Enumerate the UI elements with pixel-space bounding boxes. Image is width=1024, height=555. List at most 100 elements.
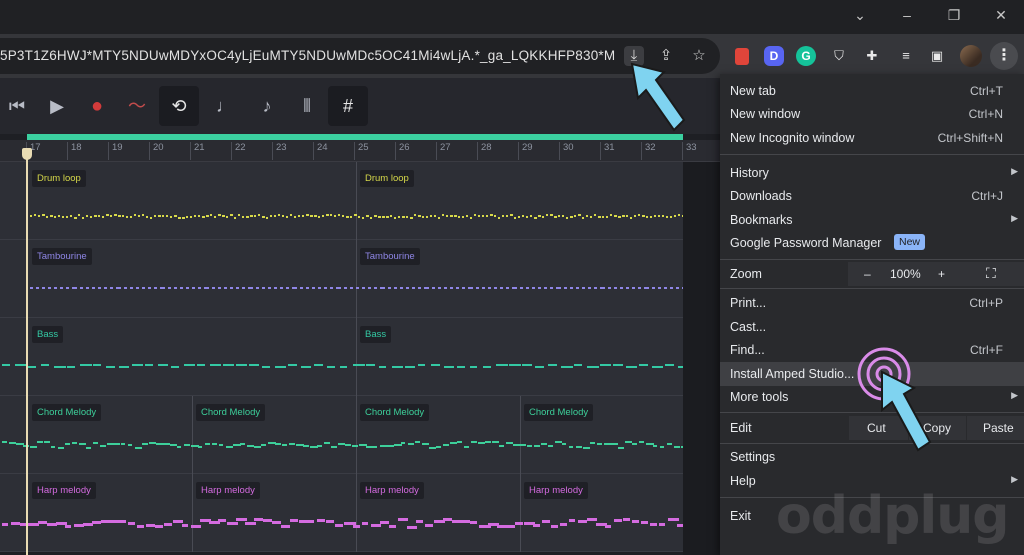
chevron-right-icon: ▶ xyxy=(1011,166,1018,176)
menu-item-history[interactable]: History ▶ xyxy=(720,161,1024,185)
annotation-arrow-icon xyxy=(630,62,686,132)
track-lane-bass[interactable]: Bass Bass xyxy=(0,318,683,396)
clip-notes xyxy=(2,441,683,449)
menu-label: Google Password Manager xyxy=(730,236,882,250)
browser-toolbar: 5P3T1Z6HWJ*MTY5NDUwMDYxOC4yLjEuMTY5NDUwM… xyxy=(0,34,1024,78)
playhead[interactable] xyxy=(26,150,28,555)
ruler-tick: 20 xyxy=(149,142,164,160)
automation-icon[interactable]: 〜 xyxy=(122,91,152,121)
clip-label[interactable]: Harp melody xyxy=(32,482,96,499)
skip-back-icon[interactable]: ⏮ xyxy=(2,91,32,121)
clip-label[interactable]: Tambourine xyxy=(32,248,92,265)
paste-button[interactable]: Paste xyxy=(966,416,1024,440)
side-panel-icon[interactable]: ▣ xyxy=(927,46,947,66)
ruler-tick: 21 xyxy=(190,142,205,160)
clip-divider xyxy=(356,396,357,474)
extension-red-icon[interactable] xyxy=(735,48,749,65)
url-text[interactable]: 5P3T1Z6HWJ*MTY5NDUwMDYxOC4yLjEuMTY5NDUwM… xyxy=(0,48,615,63)
clip-divider xyxy=(356,162,357,240)
track-lane-drum-loop[interactable]: Drum loop Drum loop xyxy=(0,162,683,240)
clip-label[interactable]: Drum loop xyxy=(360,170,414,187)
bookmark-star-icon[interactable]: ☆ xyxy=(689,46,709,66)
paste-label: Paste xyxy=(983,421,1014,435)
menu-item-downloads[interactable]: Downloads Ctrl+J xyxy=(720,184,1024,208)
omnibox[interactable]: 5P3T1Z6HWJ*MTY5NDUwMDYxOC4yLjEuMTY5NDUwM… xyxy=(0,38,720,74)
menu-separator xyxy=(720,259,1024,260)
menu-label: More tools xyxy=(730,390,789,404)
close-icon[interactable]: ✕ xyxy=(981,4,1021,26)
track-lane-harp-melody[interactable]: Harp melody Harp melody Harp melody Harp… xyxy=(0,474,683,552)
ruler-tick: 18 xyxy=(67,142,82,160)
menu-item-new-tab[interactable]: New tab Ctrl+T xyxy=(720,79,1024,103)
minimize-icon[interactable]: – xyxy=(887,4,927,26)
clip-label[interactable]: Drum loop xyxy=(32,170,86,187)
media-queue-icon[interactable]: ≡ xyxy=(896,46,916,66)
transport-bar: ⏮ ▶ ● 〜 ⟲ ♩ ♪ ⫴ # xyxy=(0,78,720,134)
clip-label[interactable]: Bass xyxy=(360,326,392,343)
menu-label: New window xyxy=(730,107,801,121)
menu-item-bookmarks[interactable]: Bookmarks ▶ xyxy=(720,208,1024,232)
snap-grid-icon[interactable]: # xyxy=(328,86,368,126)
metronome-icon[interactable]: ♩ xyxy=(210,91,240,121)
record-icon[interactable]: ● xyxy=(82,91,112,121)
clip-notes xyxy=(30,287,683,289)
chrome-menu-button[interactable]: ⋮ xyxy=(990,42,1018,70)
clip-label[interactable]: Harp melody xyxy=(524,482,588,499)
puzzle-extensions-icon[interactable]: ✚ xyxy=(862,46,882,66)
clip-label[interactable]: Bass xyxy=(32,326,64,343)
clip-divider xyxy=(356,240,357,318)
menu-shortcut: Ctrl+T xyxy=(970,84,1003,98)
menu-shortcut: Ctrl+Shift+N xyxy=(937,131,1003,145)
menu-label: Find... xyxy=(730,343,765,357)
clip-divider xyxy=(356,318,357,396)
mixer-icon[interactable]: ⫴ xyxy=(292,91,322,121)
chevron-right-icon: ▶ xyxy=(1011,390,1018,400)
zoom-out-button[interactable]: – xyxy=(864,267,871,281)
shield-icon[interactable]: ⛉ xyxy=(829,46,849,66)
loop-icon[interactable]: ⟲ xyxy=(159,86,199,126)
menu-item-cast[interactable]: Cast... xyxy=(720,315,1024,339)
menu-label: History xyxy=(730,166,769,180)
menu-shortcut: Ctrl+N xyxy=(968,107,1003,121)
menu-label: New tab xyxy=(730,84,776,98)
chrome-main-menu: New tab Ctrl+T New window Ctrl+N New Incog… xyxy=(720,74,1024,555)
play-icon[interactable]: ▶ xyxy=(42,91,72,121)
zoom-in-button[interactable]: + xyxy=(938,267,945,281)
track-lane-chord-melody[interactable]: Chord Melody Chord Melody Chord Melody C… xyxy=(0,396,683,474)
restore-icon[interactable]: ❐ xyxy=(934,4,974,26)
clip-label[interactable]: Chord Melody xyxy=(360,404,430,421)
grammarly-icon[interactable]: G xyxy=(796,46,816,66)
track-lane-tambourine[interactable]: Tambourine Tambourine xyxy=(0,240,683,318)
daw-empty-area xyxy=(683,162,720,555)
playhead-handle[interactable] xyxy=(22,148,32,160)
clip-notes xyxy=(2,364,683,368)
menu-item-print[interactable]: Print... Ctrl+P xyxy=(720,291,1024,315)
menu-item-password-manager[interactable]: Google Password Manager New xyxy=(720,231,1024,255)
tuner-icon[interactable]: ♪ xyxy=(252,91,282,121)
menu-item-new-incognito[interactable]: New Incognito window Ctrl+Shift+N xyxy=(720,126,1024,150)
menu-label: Exit xyxy=(730,509,751,523)
clip-label[interactable]: Tambourine xyxy=(360,248,420,265)
track-lanes: Drum loop Drum loop Tambourine Tambourin… xyxy=(0,162,683,555)
menu-item-new-window[interactable]: New window Ctrl+N xyxy=(720,102,1024,126)
ruler-tick: 28 xyxy=(477,142,492,160)
clip-label[interactable]: Harp melody xyxy=(196,482,260,499)
tab-search-icon[interactable]: ⌄ xyxy=(840,4,880,26)
extension-d-icon[interactable]: D xyxy=(764,46,784,66)
zoom-level: 100% xyxy=(890,267,921,281)
menu-separator xyxy=(720,288,1024,289)
ruler-tick: 32 xyxy=(641,142,656,160)
menu-label: Cast... xyxy=(730,320,767,334)
fullscreen-icon[interactable]: ⛶ xyxy=(986,265,996,282)
clip-label[interactable]: Chord Melody xyxy=(32,404,102,421)
ruler-tick: 31 xyxy=(600,142,615,160)
menu-shortcut: Ctrl+F xyxy=(970,343,1003,357)
menu-label: New Incognito window xyxy=(730,131,855,145)
menu-label: Downloads xyxy=(730,189,792,203)
profile-avatar[interactable] xyxy=(960,45,982,67)
menu-shortcut: Ctrl+P xyxy=(969,296,1003,310)
clip-label[interactable]: Harp melody xyxy=(360,482,424,499)
timeline-ruler[interactable]: 17 18 19 20 21 22 23 24 25 26 27 28 29 3… xyxy=(0,140,720,162)
clip-label[interactable]: Chord Melody xyxy=(524,404,594,421)
clip-label[interactable]: Chord Melody xyxy=(196,404,266,421)
